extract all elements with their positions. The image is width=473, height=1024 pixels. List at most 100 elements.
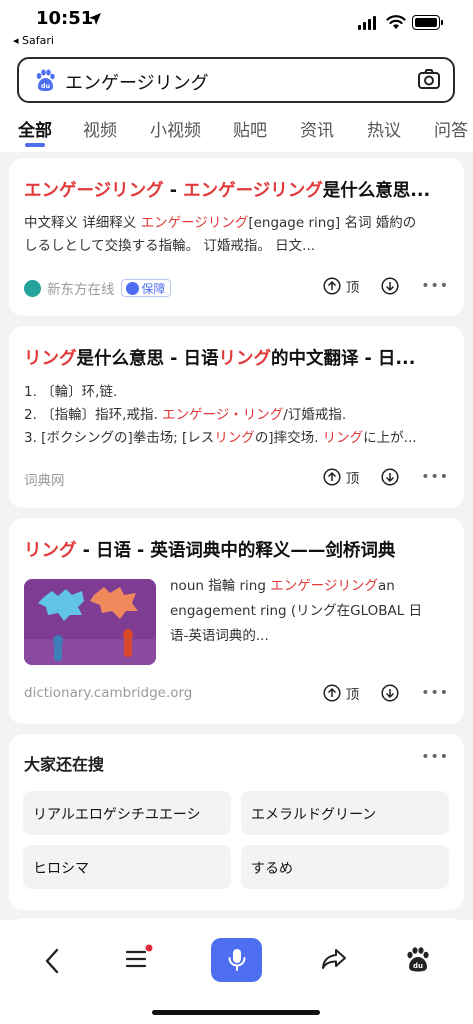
text-segment: - 日语 - 英语词典中的释义——剑桥词典 <box>76 541 396 561</box>
highlighted-keyword: リング <box>218 349 271 369</box>
tab-qa[interactable]: 问答 <box>434 116 468 141</box>
result-title[interactable]: リング是什么意思 - 日语リング的中文翻译 - 日... <box>24 345 449 370</box>
more-options-icon[interactable]: ••• <box>421 685 449 701</box>
description-line: 1. 〔輪〕环,链. <box>24 381 417 404</box>
upvote-button[interactable]: 顶 <box>323 276 359 296</box>
search-result-card[interactable]: エンゲージリング - エンゲージリング 是什么意思... 中文释义 详细释义 エン… <box>9 158 464 316</box>
search-input[interactable]: du エンゲージリング <box>17 57 455 103</box>
source-name: 新东方在线 <box>47 282 115 298</box>
upvote-button[interactable]: 顶 <box>323 683 359 703</box>
active-tab-indicator <box>25 143 45 147</box>
text-segment: 中文释义 详细释义 <box>24 215 141 231</box>
text-segment: 是什么意思 - 日语 <box>76 349 219 369</box>
related-searches-title: 大家还在搜 <box>24 755 105 774</box>
result-source[interactable]: 新东方在线 保障 <box>24 278 171 298</box>
description-line: engagement ring (リング在GLOBAL 日 <box>170 599 450 624</box>
result-actions: 顶 ••• <box>323 467 449 487</box>
result-description: 1. 〔輪〕环,链. 2. 〔指輪〕指环,戒指. エンゲージ・リング/订婚戒指.… <box>24 381 417 450</box>
highlighted-keyword: リング <box>322 430 364 446</box>
text-segment: engagement ring (リング在GLOBAL 日 <box>170 603 423 619</box>
highlighted-keyword: エンゲージリング <box>24 181 164 201</box>
result-source[interactable]: 词典网 <box>24 469 65 489</box>
wifi-icon <box>386 15 406 29</box>
text-segment: 2. 〔指輪〕指环,戒指. <box>24 407 163 423</box>
text-segment: に上が... <box>363 430 417 446</box>
tab-short-video[interactable]: 小视频 <box>150 116 201 141</box>
baidu-paw-logo-icon: du <box>36 69 55 91</box>
downvote-button[interactable] <box>381 468 399 486</box>
home-indicator <box>152 1010 320 1015</box>
baidu-home-icon[interactable]: du <box>405 946 431 972</box>
search-result-card[interactable]: リング是什么意思 - 日语リング的中文翻译 - 日... 1. 〔輪〕环,链. … <box>9 326 464 508</box>
arrow-up-circle-icon <box>323 468 341 486</box>
description-line: しるしとして交換する指輪。 订婚戒指。 日文... <box>24 235 416 258</box>
result-title[interactable]: エンゲージリング - エンゲージリング是什么意思... <box>24 177 449 202</box>
result-footer: 新东方在线 保障 顶 ••• <box>24 276 449 300</box>
description-line: 2. 〔指輪〕指环,戒指. エンゲージ・リング/订婚戒指. <box>24 404 417 427</box>
tab-discussion[interactable]: 热议 <box>367 116 401 141</box>
back-to-safari-link[interactable]: ◂ Safari <box>13 34 54 47</box>
more-options-icon[interactable]: ••• <box>421 469 449 485</box>
search-header: du エンゲージリング 全部 视频 小视频 贴吧 资讯 热议 问答 <box>0 48 473 152</box>
result-source[interactable]: dictionary.cambridge.org <box>24 685 192 701</box>
text-segment: 是什么意思... <box>322 181 431 201</box>
related-search-chip[interactable]: するめ <box>241 845 449 889</box>
downvote-button[interactable] <box>381 277 399 295</box>
downvote-button[interactable] <box>381 684 399 702</box>
highlighted-keyword: リング <box>24 349 77 369</box>
result-thumbnail-image[interactable] <box>24 579 156 665</box>
result-actions: 顶 ••• <box>323 276 449 296</box>
highlighted-keyword: リング <box>214 430 255 446</box>
text-segment: 语-英语词典的... <box>170 628 269 644</box>
microphone-icon <box>228 949 245 971</box>
text-segment: - <box>163 181 184 201</box>
arrow-up-circle-icon <box>323 684 341 702</box>
bottom-toolbar: du <box>0 920 473 1024</box>
back-chevron-icon[interactable] <box>42 948 64 974</box>
description-line: 中文释义 详细释义 エンゲージリング[engage ring] 名词 婚約の <box>24 212 416 235</box>
battery-icon <box>412 15 440 30</box>
search-category-tabs: 全部 视频 小视频 贴吧 资讯 热议 问答 <box>0 114 473 152</box>
camera-search-icon[interactable] <box>417 68 441 90</box>
search-result-card[interactable]: リング - 日语 - 英语词典中的释义——剑桥词典 noun 指輪 ring エ… <box>9 518 464 724</box>
svg-text:du: du <box>413 962 423 970</box>
text-segment: 3. [ボクシングの]拳击场; [レス <box>24 430 215 446</box>
upvote-button[interactable]: 顶 <box>323 467 359 487</box>
more-options-icon[interactable]: ••• <box>421 749 449 765</box>
arrow-down-circle-icon <box>381 684 399 702</box>
tab-all[interactable]: 全部 <box>18 116 52 141</box>
guarantee-badge: 保障 <box>120 279 171 297</box>
result-title[interactable]: リング - 日语 - 英语词典中的释义——剑桥词典 <box>24 537 449 562</box>
highlighted-keyword: エンゲージリング <box>140 215 249 231</box>
menu-icon[interactable] <box>124 944 154 972</box>
text-segment: an <box>377 578 395 594</box>
tab-tieba[interactable]: 贴吧 <box>233 116 267 141</box>
search-query-text: エンゲージリング <box>65 73 209 94</box>
result-description: noun 指輪 ring エンゲージリングan engagement ring … <box>170 574 450 649</box>
related-search-chip[interactable]: リアルエロゲシチユエーシ <box>23 791 231 835</box>
text-segment: noun 指輪 ring <box>170 578 271 594</box>
result-footer: dictionary.cambridge.org 顶 ••• <box>24 683 449 707</box>
text-segment: [engage ring] 名词 婚約の <box>248 215 417 231</box>
more-options-icon[interactable]: ••• <box>421 278 449 294</box>
tab-news[interactable]: 资讯 <box>300 116 334 141</box>
share-arrow-icon[interactable] <box>320 947 348 971</box>
svg-text:du: du <box>41 82 51 90</box>
voice-search-button[interactable] <box>211 938 262 982</box>
status-bar: 10:51 ◂ Safari <box>0 0 473 48</box>
status-time: 10:51 <box>36 8 94 29</box>
description-line: noun 指輪 ring エンゲージリングan <box>170 574 450 599</box>
highlighted-keyword: エンゲージ・リング <box>162 407 284 423</box>
highlighted-keyword: エンゲージリング <box>270 578 378 594</box>
text-segment: の]摔交场. <box>254 430 323 446</box>
tab-video[interactable]: 视频 <box>83 116 117 141</box>
text-segment: 的中文翻译 - 日... <box>270 349 416 369</box>
description-line: 3. [ボクシングの]拳击场; [レスリングの]摔交场. リングに上が... <box>24 427 417 450</box>
related-search-chip[interactable]: ヒロシマ <box>23 845 231 889</box>
arrow-down-circle-icon <box>381 277 399 295</box>
source-name: 词典网 <box>24 473 65 489</box>
shield-check-icon <box>125 281 139 295</box>
related-search-chip[interactable]: エメラルドグリーン <box>241 791 449 835</box>
highlighted-keyword: リング <box>24 541 77 561</box>
cellular-signal-icon <box>358 16 376 30</box>
